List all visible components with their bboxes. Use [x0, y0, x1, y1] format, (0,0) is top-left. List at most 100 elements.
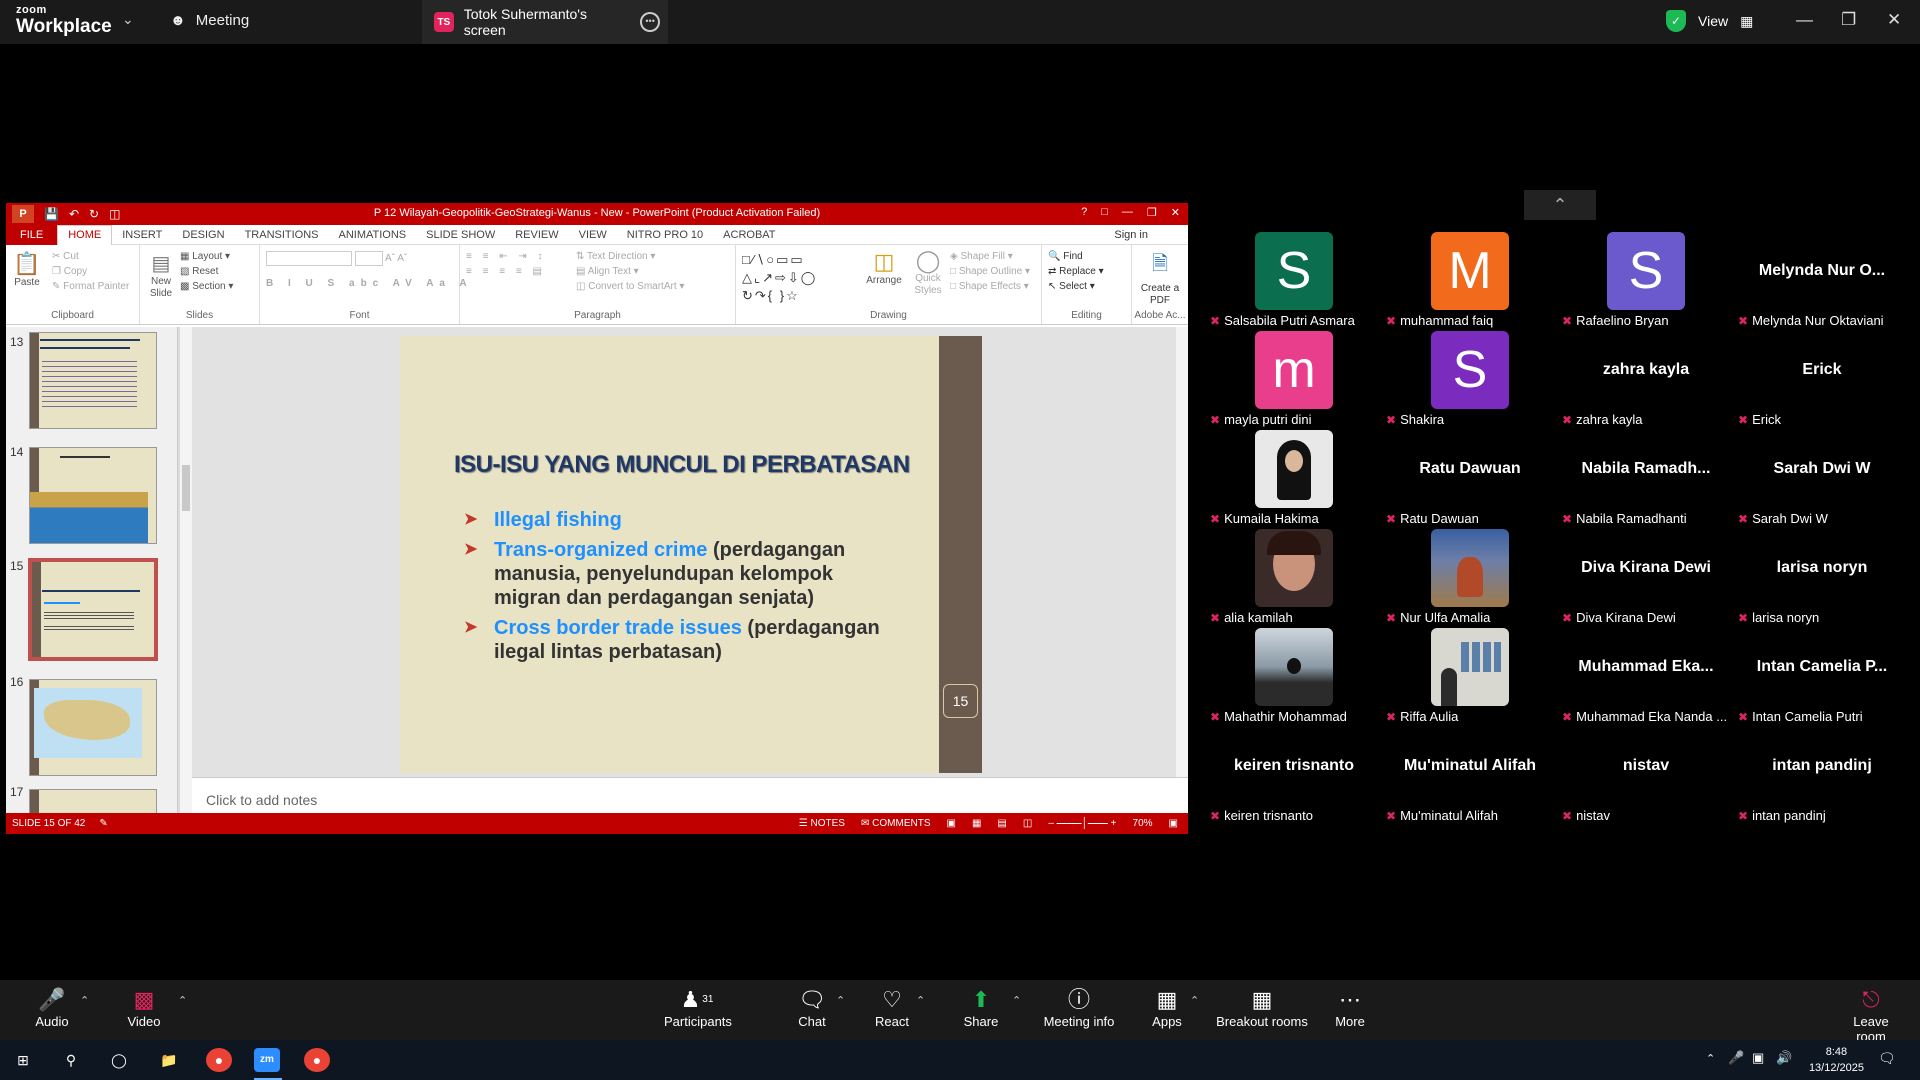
network-icon[interactable]: ▣ [1752, 1050, 1764, 1066]
participant-tile[interactable]: Sarah Dwi W ✖ Sarah Dwi W [1734, 430, 1910, 529]
normal-view-icon[interactable]: ▣ [947, 818, 956, 829]
ribbon-tab-acrobat[interactable]: ACROBAT [713, 229, 785, 241]
thumbnails-scrollbar[interactable] [180, 327, 192, 817]
participant-tile[interactable]: ✖ alia kamilah [1206, 529, 1382, 628]
copy-button[interactable]: ❐ Copy [52, 264, 133, 279]
create-pdf-button[interactable]: 🗎 Create a PDF [1138, 249, 1182, 307]
participant-tile[interactable]: ✖ Nur Ulfa Amalia [1382, 529, 1558, 628]
leave-room-button[interactable]: ⎋ Leave room [1838, 986, 1904, 1044]
slide-sorter-icon[interactable]: ▦ [972, 818, 981, 829]
ribbon-tab-home[interactable]: HOME [57, 224, 113, 245]
save-icon[interactable]: 💾 [44, 207, 59, 221]
slide-thumbnail[interactable] [29, 332, 157, 429]
participant-tile[interactable]: Intan Camelia P... ✖ Intan Camelia Putri [1734, 628, 1910, 727]
windows-start-icon[interactable]: ⊞ [10, 1048, 36, 1072]
participant-tile[interactable]: S ✖ Salsabila Putri Asmara [1206, 232, 1382, 331]
align-text-button[interactable]: ▤ Align Text ▾ [576, 264, 684, 279]
participant-tile[interactable]: Melynda Nur O... ✖ Melynda Nur Oktaviani [1734, 232, 1910, 331]
comments-button[interactable]: ✉ COMMENTS [861, 818, 931, 829]
replace-button[interactable]: ⇄ Replace ▾ [1048, 264, 1125, 279]
video-button[interactable]: ▩ Video [124, 986, 164, 1029]
shape-outline-button[interactable]: □ Shape Outline ▾ [950, 264, 1030, 279]
zoom-level[interactable]: 70% [1133, 818, 1153, 829]
participant-tile[interactable]: keiren trisnanto ✖ keiren trisnanto [1206, 727, 1382, 826]
help-icon[interactable]: ? [1081, 206, 1087, 219]
task-view-icon[interactable]: ◯ [106, 1048, 132, 1072]
restore-icon[interactable]: ❐ [1841, 10, 1856, 30]
chevron-down-icon[interactable]: ⌄ [122, 11, 134, 28]
video-options-icon[interactable]: ⌃ [178, 994, 187, 1007]
participant-tile[interactable]: m ✖ mayla putri dini [1206, 331, 1382, 430]
font-size-input[interactable] [354, 251, 383, 266]
paste-button[interactable]: 📋 Paste [12, 251, 42, 288]
font-name-input[interactable] [266, 251, 352, 266]
ribbon-tab-slide-show[interactable]: SLIDE SHOW [416, 229, 505, 241]
chrome-icon[interactable]: ● [304, 1048, 330, 1072]
share-options-icon[interactable]: ⌃ [1012, 994, 1021, 1007]
participant-tile[interactable]: S ✖ Rafaelino Bryan [1558, 232, 1734, 331]
grid-icon[interactable]: ▦ [1740, 13, 1753, 30]
slide-thumbnail[interactable] [29, 679, 157, 776]
participant-tile[interactable]: zahra kayla ✖ zahra kayla [1558, 331, 1734, 430]
restore-icon[interactable]: ❐ [1147, 206, 1157, 219]
notifications-icon[interactable]: 🗨 [1878, 1050, 1896, 1067]
apps-options-icon[interactable]: ⌃ [1190, 994, 1199, 1007]
audio-options-icon[interactable]: ⌃ [80, 994, 89, 1007]
participant-tile[interactable]: ✖ Mahathir Mohammad [1206, 628, 1382, 727]
slideshow-icon[interactable]: ◫ [1023, 818, 1032, 829]
participant-tile[interactable]: Erick ✖ Erick [1734, 331, 1910, 430]
file-explorer-icon[interactable]: 📁 [156, 1048, 182, 1072]
ribbon-tab-file[interactable]: FILE [6, 224, 58, 245]
notes-button[interactable]: ☰ NOTES [799, 818, 845, 829]
smartart-button[interactable]: ◫ Convert to SmartArt ▾ [576, 279, 684, 294]
ribbon-tab-review[interactable]: REVIEW [505, 229, 568, 241]
shape-fill-button[interactable]: ◈ Shape Fill ▾ [950, 249, 1030, 264]
chrome-icon[interactable]: ● [206, 1048, 232, 1072]
participant-tile[interactable]: intan pandinj ✖ intan pandinj [1734, 727, 1910, 826]
audio-button[interactable]: 🎤 Audio [32, 986, 72, 1029]
quick-styles-button[interactable]: ◯ Quick Styles [908, 249, 948, 297]
participant-tile[interactable]: ✖ Riffa Aulia [1382, 628, 1558, 727]
ribbon-tab-design[interactable]: DESIGN [172, 229, 234, 241]
zoom-slider[interactable]: – ⎯⎯⎯⎯⎯│⎯⎯⎯⎯ + [1048, 818, 1116, 829]
new-slide-button[interactable]: ▤ New Slide [146, 251, 176, 300]
minimize-icon[interactable]: — [1796, 10, 1813, 30]
search-icon[interactable]: ⚲ [58, 1048, 84, 1072]
find-button[interactable]: 🔍 Find [1048, 249, 1125, 264]
view-button[interactable]: View [1698, 13, 1728, 29]
volume-icon[interactable]: 🔊 [1776, 1050, 1792, 1066]
participant-tile[interactable]: Muhammad Eka... ✖ Muhammad Eka Nanda ... [1558, 628, 1734, 727]
select-button[interactable]: ↖ Select ▾ [1048, 279, 1125, 294]
gallery-collapse-button[interactable]: ⌃ [1524, 190, 1596, 220]
participant-tile[interactable]: nistav ✖ nistav [1558, 727, 1734, 826]
meeting-tab[interactable]: ☻ Meeting [170, 12, 249, 29]
reading-view-icon[interactable]: ▤ [997, 818, 1006, 829]
cut-button[interactable]: ✂ Cut [52, 249, 133, 264]
react-button[interactable]: ♡ React [872, 986, 912, 1029]
react-options-icon[interactable]: ⌃ [916, 994, 925, 1007]
meeting-info-button[interactable]: ⓘ Meeting info [1042, 986, 1116, 1029]
slide-thumbnail[interactable] [29, 447, 157, 544]
ribbon-tab-nitro-pro-10[interactable]: NITRO PRO 10 [617, 229, 713, 241]
shield-check-icon[interactable]: ✓ [1666, 10, 1686, 32]
more-options-icon[interactable]: ••• [640, 12, 660, 32]
ribbon-tab-transitions[interactable]: TRANSITIONS [235, 229, 329, 241]
ribbon-display-icon[interactable]: □ [1101, 206, 1108, 219]
participant-tile[interactable]: Ratu Dawuan ✖ Ratu Dawuan [1382, 430, 1558, 529]
redo-icon[interactable]: ↻ [89, 207, 99, 221]
participant-tile[interactable]: larisa noryn ✖ larisa noryn [1734, 529, 1910, 628]
taskbar-clock[interactable]: 8:48 13/12/2025 [1809, 1044, 1864, 1076]
reset-button[interactable]: ▧ Reset [180, 264, 253, 279]
breakout-rooms-button[interactable]: ▦ Breakout rooms [1214, 986, 1310, 1029]
ribbon-tab-insert[interactable]: INSERT [112, 229, 172, 241]
participant-tile[interactable]: S ✖ Shakira [1382, 331, 1558, 430]
participant-tile[interactable]: M ✖ muhammad faiq [1382, 232, 1558, 331]
chat-options-icon[interactable]: ⌃ [836, 994, 845, 1007]
spellcheck-icon[interactable]: ✎ [99, 818, 107, 829]
shape-effects-button[interactable]: □ Shape Effects ▾ [950, 279, 1030, 294]
close-icon[interactable]: ✕ [1171, 206, 1180, 219]
minimize-icon[interactable]: — [1122, 206, 1133, 219]
ribbon-tab-view[interactable]: VIEW [569, 229, 617, 241]
participant-tile[interactable]: ✖ Kumaila Hakima [1206, 430, 1382, 529]
format-painter-button[interactable]: ✎ Format Painter [52, 279, 133, 294]
